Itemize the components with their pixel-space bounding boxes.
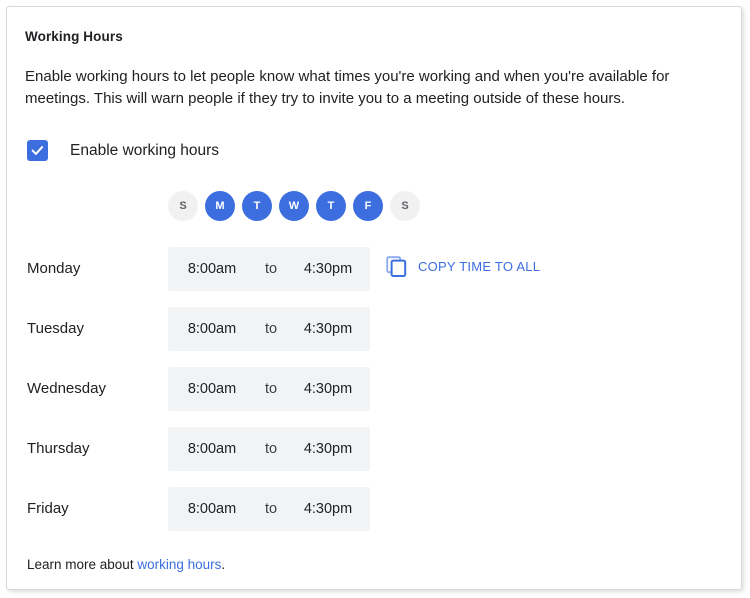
end-time-value[interactable]: 4:30pm (286, 321, 370, 337)
day-toggle-label: F (364, 200, 372, 212)
day-toggle-wednesday[interactable]: W (279, 191, 309, 221)
enable-working-hours-checkbox[interactable] (27, 140, 48, 161)
end-time-value[interactable]: 4:30pm (286, 441, 370, 457)
copy-time-to-all-label: COPY TIME TO ALL (418, 259, 541, 274)
day-toggle-tuesday[interactable]: T (242, 191, 272, 221)
time-separator-label: to (264, 321, 278, 337)
time-separator-label: to (264, 441, 278, 457)
copy-time-to-all-button[interactable]: COPY TIME TO ALL (386, 256, 540, 277)
start-time-value[interactable]: 8:00am (168, 321, 256, 337)
learn-more-suffix: . (221, 557, 226, 572)
enable-working-hours-row[interactable]: Enable working hours (27, 140, 219, 161)
time-range-field: 8:00am to 4:30pm (168, 427, 370, 471)
day-label: Thursday (27, 440, 90, 457)
learn-more-prefix: Learn more about (27, 557, 138, 572)
day-toggle-label: W (288, 200, 300, 212)
day-label: Wednesday (27, 380, 106, 397)
time-range-field: 8:00am to 4:30pm (168, 307, 370, 351)
learn-more-text: Learn more about working hours. (27, 557, 225, 572)
schedule-row: Monday 8:00am to 4:30pm COPY TIME TO ALL (7, 247, 741, 307)
day-toggle-monday[interactable]: M (205, 191, 235, 221)
day-toggle-label: T (253, 200, 261, 212)
day-toggle-label: S (401, 200, 409, 212)
day-toggle-friday[interactable]: F (353, 191, 383, 221)
schedule-row: Wednesday 8:00am to 4:30pm (7, 367, 741, 427)
day-toggle-saturday[interactable]: S (390, 191, 420, 221)
day-label: Monday (27, 260, 81, 277)
end-time-value[interactable]: 4:30pm (286, 501, 370, 517)
schedule-row: Friday 8:00am to 4:30pm (7, 487, 741, 547)
start-time-value[interactable]: 8:00am (168, 261, 256, 277)
start-time-value[interactable]: 8:00am (168, 441, 256, 457)
page-title: Working Hours (25, 29, 123, 44)
day-toggle-label: M (215, 200, 225, 212)
day-toggle-label: S (179, 200, 187, 212)
schedule-row: Tuesday 8:00am to 4:30pm (7, 307, 741, 367)
checkmark-icon (31, 146, 44, 155)
day-label: Friday (27, 500, 69, 517)
end-time-value[interactable]: 4:30pm (286, 261, 370, 277)
time-range-field: 8:00am to 4:30pm (168, 487, 370, 531)
time-range-field: 8:00am to 4:30pm (168, 247, 370, 291)
day-label: Tuesday (27, 320, 84, 337)
start-time-value[interactable]: 8:00am (168, 501, 256, 517)
time-separator-label: to (264, 261, 278, 277)
time-separator-label: to (264, 381, 278, 397)
day-toggle-label: T (327, 200, 335, 212)
day-toggle-thursday[interactable]: T (316, 191, 346, 221)
screenshot-frame: Working Hours Enable working hours to le… (0, 0, 750, 598)
section-description: Enable working hours to let people know … (25, 68, 670, 107)
time-range-field: 8:00am to 4:30pm (168, 367, 370, 411)
day-toggle-group: SMTWTFS (168, 191, 420, 221)
end-time-value[interactable]: 4:30pm (286, 381, 370, 397)
schedule-list: Monday 8:00am to 4:30pm COPY TIME TO ALL Tues… (7, 247, 741, 547)
working-hours-card: Working Hours Enable working hours to le… (6, 6, 742, 590)
day-toggle-sunday[interactable]: S (168, 191, 198, 221)
copy-icon (386, 256, 407, 277)
time-separator-label: to (264, 501, 278, 517)
enable-working-hours-label: Enable working hours (70, 141, 220, 159)
start-time-value[interactable]: 8:00am (168, 381, 256, 397)
working-hours-link[interactable]: working hours (137, 557, 221, 572)
schedule-row: Thursday 8:00am to 4:30pm (7, 427, 741, 487)
